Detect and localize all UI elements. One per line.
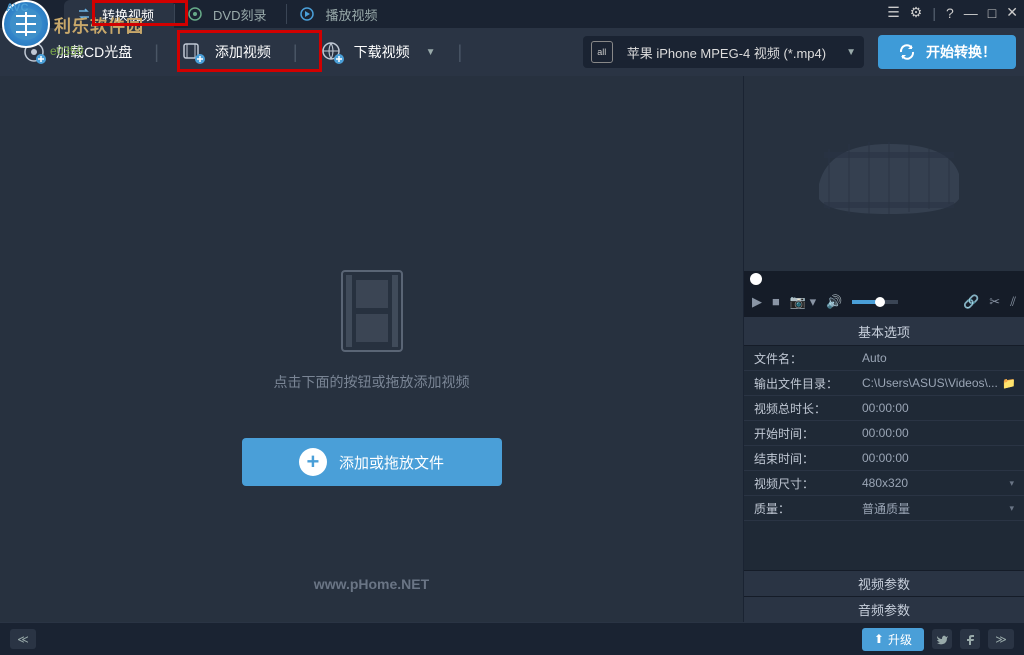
bottom-right-controls: ⬆ 升级 ≫ <box>862 628 1014 651</box>
refresh-icon <box>898 43 916 61</box>
tab-dvd-burn[interactable]: DVD刻录 <box>175 0 286 28</box>
volume-icon[interactable]: 🔊 <box>826 294 842 310</box>
tool-label: 添加视频 <box>215 42 271 62</box>
twitter-icon[interactable] <box>932 629 952 649</box>
prop-quality: 质量： 普通质量 <box>744 496 1024 521</box>
prop-value-dropdown[interactable]: 480x320 <box>852 476 1024 490</box>
prop-total-duration: 视频总时长： 00:00:00 <box>744 396 1024 421</box>
file-list-panel: www.pHome.NET 点击下面的按钮或拖放添加视频 + 添加或拖放文件 <box>0 76 744 622</box>
prop-video-size: 视频尺寸： 480x320 <box>744 471 1024 496</box>
chevron-down-icon: ▼ <box>840 47 856 58</box>
prop-value[interactable]: C:\Users\ASUS\Videos\... 📁 <box>852 376 1024 390</box>
drop-hint-text: 点击下面的按钮或拖放添加视频 <box>242 372 502 392</box>
start-convert-button[interactable]: 开始转换！ <box>878 35 1016 69</box>
plus-circle-icon: + <box>299 448 327 476</box>
top-tabs: 转换视频 DVD刻录 播放视频 ☰ ⚙ | ? — □ ✕ <box>0 0 1024 28</box>
camera-icon[interactable]: 📷 ▾ <box>790 294 816 310</box>
folder-icon[interactable]: 📁 <box>1002 377 1016 390</box>
up-arrow-icon: ⬆ <box>874 632 884 646</box>
upgrade-label: 升级 <box>888 631 912 648</box>
prop-value[interactable]: 00:00:00 <box>852 426 1024 440</box>
maximize-icon[interactable]: □ <box>988 5 996 21</box>
prop-end-time: 结束时间： 00:00:00 <box>744 446 1024 471</box>
crop-icon[interactable]: ⫽ <box>1010 294 1016 310</box>
menu-icon[interactable]: ☰ <box>887 4 900 21</box>
add-video-button[interactable]: 添加视频 <box>167 34 285 70</box>
prop-label: 视频总时长： <box>744 400 852 417</box>
prop-label: 开始时间： <box>744 425 852 442</box>
audio-params-header[interactable]: 音频参数 <box>744 596 1024 622</box>
film-reel-icon <box>799 114 969 234</box>
tab-play-video[interactable]: 播放视频 <box>287 0 397 28</box>
window-controls: ☰ ⚙ | ? — □ ✕ <box>887 4 1018 21</box>
main-area: www.pHome.NET 点击下面的按钮或拖放添加视频 + 添加或拖放文件 <box>0 76 1024 622</box>
download-video-button[interactable]: 下载视频 ▼ <box>306 34 450 70</box>
basic-options-header[interactable]: 基本选项 <box>744 318 1024 346</box>
prop-output-dir: 输出文件目录： C:\Users\ASUS\Videos\... 📁 <box>744 371 1024 396</box>
expand-right-icon[interactable]: ≫ <box>988 629 1014 649</box>
watermark-text: 利乐软件园 <box>54 12 144 37</box>
help-icon[interactable]: ? <box>946 5 954 21</box>
prop-value[interactable]: 00:00:00 <box>852 451 1024 465</box>
upgrade-button[interactable]: ⬆ 升级 <box>862 628 924 651</box>
prop-label: 结束时间： <box>744 450 852 467</box>
progress-thumb[interactable] <box>750 273 762 285</box>
chevron-down-icon: ▼ <box>420 47 436 58</box>
prop-filename: 文件名： Auto <box>744 346 1024 371</box>
format-text: 苹果 iPhone MPEG-4 视频 (*.mp4) <box>621 43 832 62</box>
tab-label: 播放视频 <box>325 5 377 24</box>
watermark-url: www.pHome.NET <box>314 576 429 592</box>
drop-zone: www.pHome.NET 点击下面的按钮或拖放添加视频 + 添加或拖放文件 <box>242 266 502 486</box>
link-icon[interactable]: 🔗 <box>963 294 979 310</box>
add-or-drop-button[interactable]: + 添加或拖放文件 <box>242 438 502 486</box>
add-button-label: 添加或拖放文件 <box>339 452 444 473</box>
minimize-icon[interactable]: — <box>964 5 978 21</box>
preview-area <box>744 76 1024 272</box>
video-params-header[interactable]: 视频参数 <box>744 570 1024 596</box>
globe-plus-icon <box>320 40 344 64</box>
disc-icon <box>187 6 203 22</box>
properties-list: 文件名： Auto 输出文件目录： C:\Users\ASUS\Videos\.… <box>744 346 1024 521</box>
film-plus-icon <box>181 40 205 64</box>
separator: | <box>291 42 300 63</box>
start-label: 开始转换！ <box>926 42 996 62</box>
prop-value-dropdown[interactable]: 普通质量 <box>852 500 1024 517</box>
play-icon <box>299 6 315 22</box>
film-strip-icon <box>332 266 412 356</box>
player-controls: ▶ ■ 📷 ▾ 🔊 🔗 ✂ ⫽ <box>744 286 1024 318</box>
volume-thumb[interactable] <box>875 297 885 307</box>
progress-bar[interactable] <box>744 272 1024 286</box>
collapse-left-icon[interactable]: ≪ <box>10 629 36 649</box>
scissors-icon[interactable]: ✂ <box>989 294 1000 310</box>
prop-label: 质量： <box>744 500 852 517</box>
play-icon[interactable]: ▶ <box>752 294 762 310</box>
volume-slider[interactable] <box>852 300 897 304</box>
separator: | <box>456 42 465 63</box>
output-format-selector[interactable]: all 苹果 iPhone MPEG-4 视频 (*.mp4) ▼ <box>583 36 864 68</box>
right-panel: ▶ ■ 📷 ▾ 🔊 🔗 ✂ ⫽ 基本选项 文件名： Auto 输出文件目录： C… <box>744 76 1024 622</box>
facebook-icon[interactable] <box>960 629 980 649</box>
prop-label: 文件名： <box>744 350 852 367</box>
bottom-bar: ≪ ⬆ 升级 ≫ <box>0 622 1024 655</box>
prop-start-time: 开始时间： 00:00:00 <box>744 421 1024 446</box>
prop-value: 00:00:00 <box>852 401 1024 415</box>
separator: | <box>152 42 161 63</box>
prop-value[interactable]: Auto <box>852 351 1024 365</box>
gear-icon[interactable]: ⚙ <box>910 4 923 21</box>
format-all-icon: all <box>591 41 613 63</box>
output-path: C:\Users\ASUS\Videos\... <box>862 376 998 390</box>
avc-label: AVC <box>6 2 28 14</box>
stop-icon[interactable]: ■ <box>772 294 780 309</box>
tool-label: 下载视频 <box>354 42 410 62</box>
close-icon[interactable]: ✕ <box>1006 4 1018 21</box>
toolbar: 加载CD光盘 | 添加视频 | 下载视频 ▼ | all 苹果 iPhone M… <box>0 28 1024 76</box>
tab-label: DVD刻录 <box>213 5 266 24</box>
prop-label: 输出文件目录： <box>744 375 852 392</box>
prop-label: 视频尺寸： <box>744 475 852 492</box>
